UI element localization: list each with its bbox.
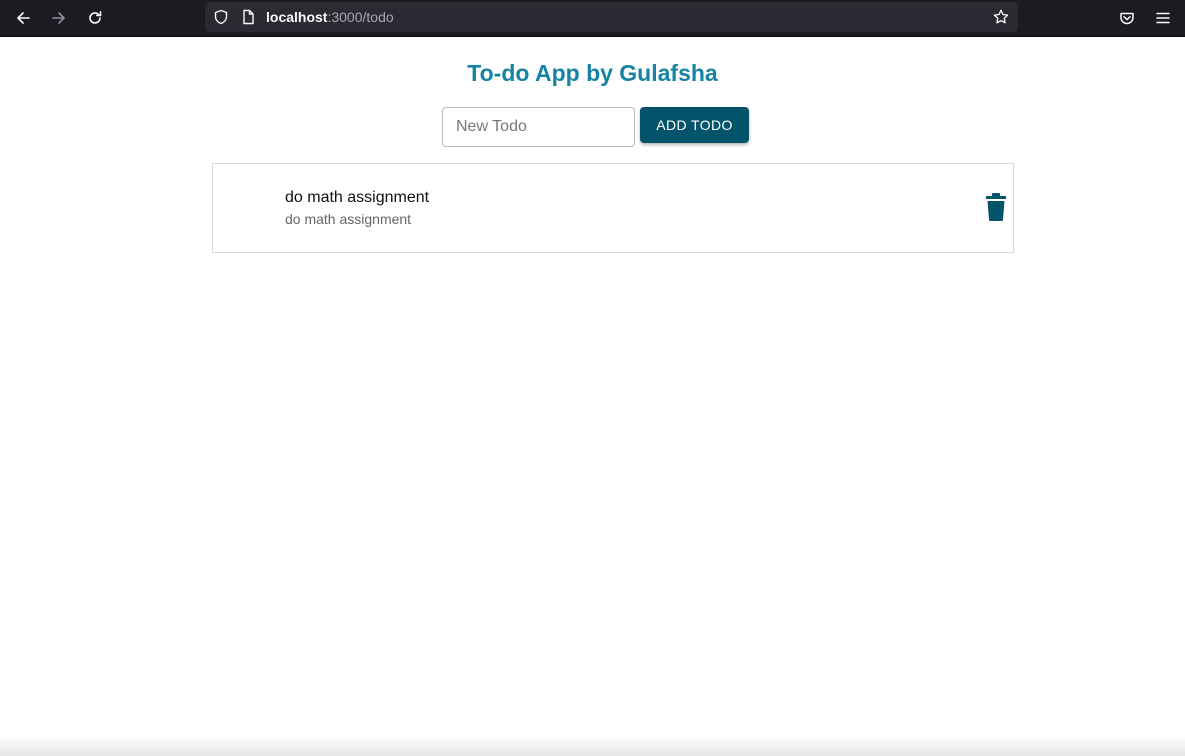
trash-icon (986, 193, 1006, 221)
browser-toolbar: localhost:3000/todo (0, 0, 1185, 37)
shield-icon[interactable] (213, 9, 229, 25)
todo-list: do math assignment do math assignment (212, 163, 1014, 253)
todo-item: do math assignment do math assignment (213, 164, 1013, 252)
new-todo-input[interactable] (442, 107, 635, 147)
window-bottom-edge (0, 736, 1185, 756)
address-bar[interactable]: localhost:3000/todo (205, 2, 1018, 32)
page-icon[interactable] (240, 9, 256, 25)
bookmark-star-icon[interactable] (993, 9, 1009, 25)
todo-title: do math assignment (285, 189, 430, 206)
todo-description: do math assignment (285, 211, 412, 227)
delete-todo-button[interactable] (984, 192, 1008, 222)
add-todo-button[interactable]: ADD TODO (640, 107, 749, 143)
back-arrow-icon[interactable] (11, 6, 35, 30)
url-path: :3000/todo (327, 9, 394, 25)
menu-icon[interactable] (1151, 6, 1175, 30)
forward-arrow-icon[interactable] (47, 6, 71, 30)
url-text[interactable]: localhost:3000/todo (266, 9, 394, 25)
page-title: To-do App by Gulafsha (467, 60, 718, 86)
pocket-icon[interactable] (1115, 6, 1139, 30)
reload-icon[interactable] (83, 6, 107, 30)
url-host: localhost (266, 9, 328, 25)
